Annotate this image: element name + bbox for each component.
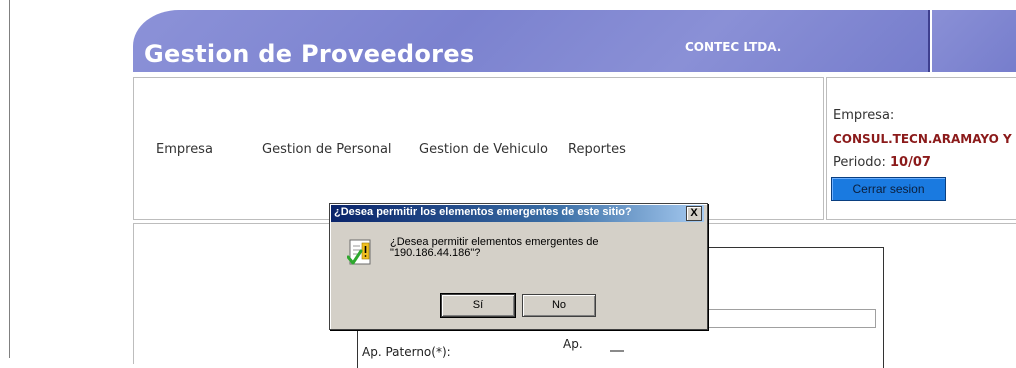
form-text-field[interactable] bbox=[706, 309, 876, 328]
nav-item-gestion-vehiculo[interactable]: Gestion de Vehiculo bbox=[419, 142, 548, 157]
company-name: CONTEC LTDA. bbox=[685, 40, 782, 54]
page-title: Gestion de Proveedores bbox=[144, 40, 475, 68]
dialog-no-button[interactable]: No bbox=[522, 294, 596, 317]
dialog-yes-button[interactable]: Sí bbox=[440, 293, 516, 318]
period-value: 10/07 bbox=[890, 155, 931, 170]
logout-button[interactable]: Cerrar sesion bbox=[831, 177, 946, 201]
company-label: Empresa: bbox=[833, 108, 895, 123]
checklist-warning-icon bbox=[347, 239, 371, 265]
dialog-close-button[interactable]: X bbox=[686, 206, 702, 221]
dialog-title: ¿Desea permitir los elementos emergentes… bbox=[334, 206, 632, 218]
header-divider bbox=[133, 72, 1016, 76]
period-info: Periodo: 10/07 bbox=[833, 155, 931, 170]
paterno-label: Ap. Paterno(*): bbox=[362, 345, 451, 359]
nav-item-gestion-personal[interactable]: Gestion de Personal bbox=[262, 142, 392, 157]
company-value: CONSUL.TECN.ARAMAYO Y AS bbox=[833, 132, 1016, 146]
dialog-message-line2: "190.186.44.186"? bbox=[390, 247, 481, 259]
dialog-message: ¿Desea permitir elementos emergentes de … bbox=[390, 237, 650, 259]
nav-item-reportes[interactable]: Reportes bbox=[568, 142, 626, 157]
period-label: Periodo: bbox=[833, 155, 886, 170]
materno-label: Ap. bbox=[563, 337, 583, 351]
header-banner-right bbox=[930, 10, 1016, 72]
nav-item-empresa[interactable]: Empresa bbox=[156, 142, 213, 157]
page-left-border bbox=[9, 0, 10, 358]
popup-dialog bbox=[329, 203, 708, 330]
field-underline bbox=[610, 350, 624, 352]
